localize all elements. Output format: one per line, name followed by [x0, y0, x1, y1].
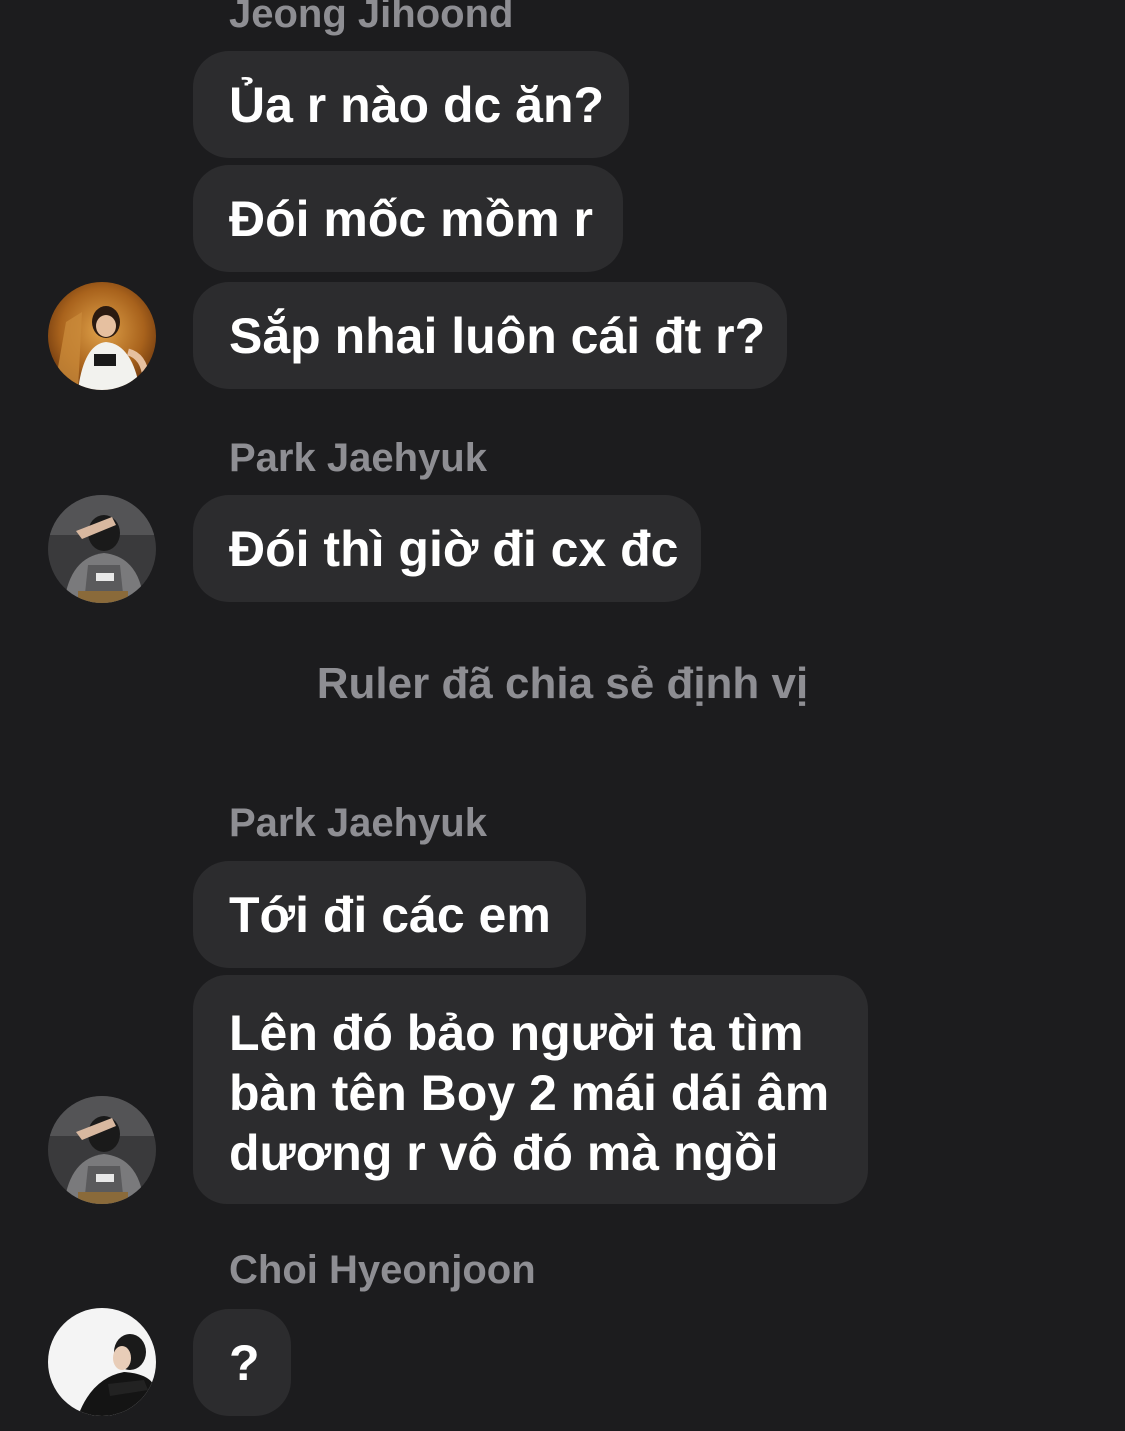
- hyeonjoon-avatar[interactable]: [48, 1308, 156, 1416]
- message-bubble[interactable]: Đói thì giờ đi cx đc: [193, 495, 701, 602]
- message-thread: Jeong Jihoond Ủa r nào dc ăn? Đói mốc mồ…: [0, 0, 1125, 1431]
- jaehyuk-avatar[interactable]: [48, 1096, 156, 1204]
- message-bubble[interactable]: Sắp nhai luôn cái đt r?: [193, 282, 787, 389]
- message-bubble[interactable]: Đói mốc mồm r: [193, 165, 623, 272]
- message-bubble[interactable]: Tới đi các em: [193, 861, 586, 968]
- jihoon-avatar[interactable]: [48, 282, 156, 390]
- sender-name: Park Jaehyuk: [229, 436, 487, 480]
- message-text: ?: [229, 1334, 260, 1391]
- sender-name: Jeong Jihoond: [229, 0, 514, 36]
- message-text: Đói mốc mồm r: [229, 190, 593, 247]
- system-notice: Ruler đã chia sẻ định vị: [316, 659, 809, 708]
- sender-name: Choi Hyeonjoon: [229, 1248, 536, 1292]
- jaehyuk-avatar[interactable]: [48, 495, 156, 603]
- message-bubble[interactable]: Lên đó bảo người ta tìm bàn tên Boy 2 má…: [193, 975, 868, 1204]
- message-text: Đói thì giờ đi cx đc: [229, 520, 679, 577]
- message-text: Ủa r nào dc ăn?: [229, 76, 605, 133]
- message-text: Sắp nhai luôn cái đt r?: [229, 307, 766, 364]
- message-text: Lên đó bảo người ta tìm bàn tên Boy 2 má…: [229, 1005, 830, 1181]
- message-text: Tới đi các em: [229, 886, 551, 943]
- sender-name: Park Jaehyuk: [229, 801, 487, 845]
- message-bubble[interactable]: Ủa r nào dc ăn?: [193, 51, 629, 158]
- message-bubble[interactable]: ?: [193, 1309, 291, 1416]
